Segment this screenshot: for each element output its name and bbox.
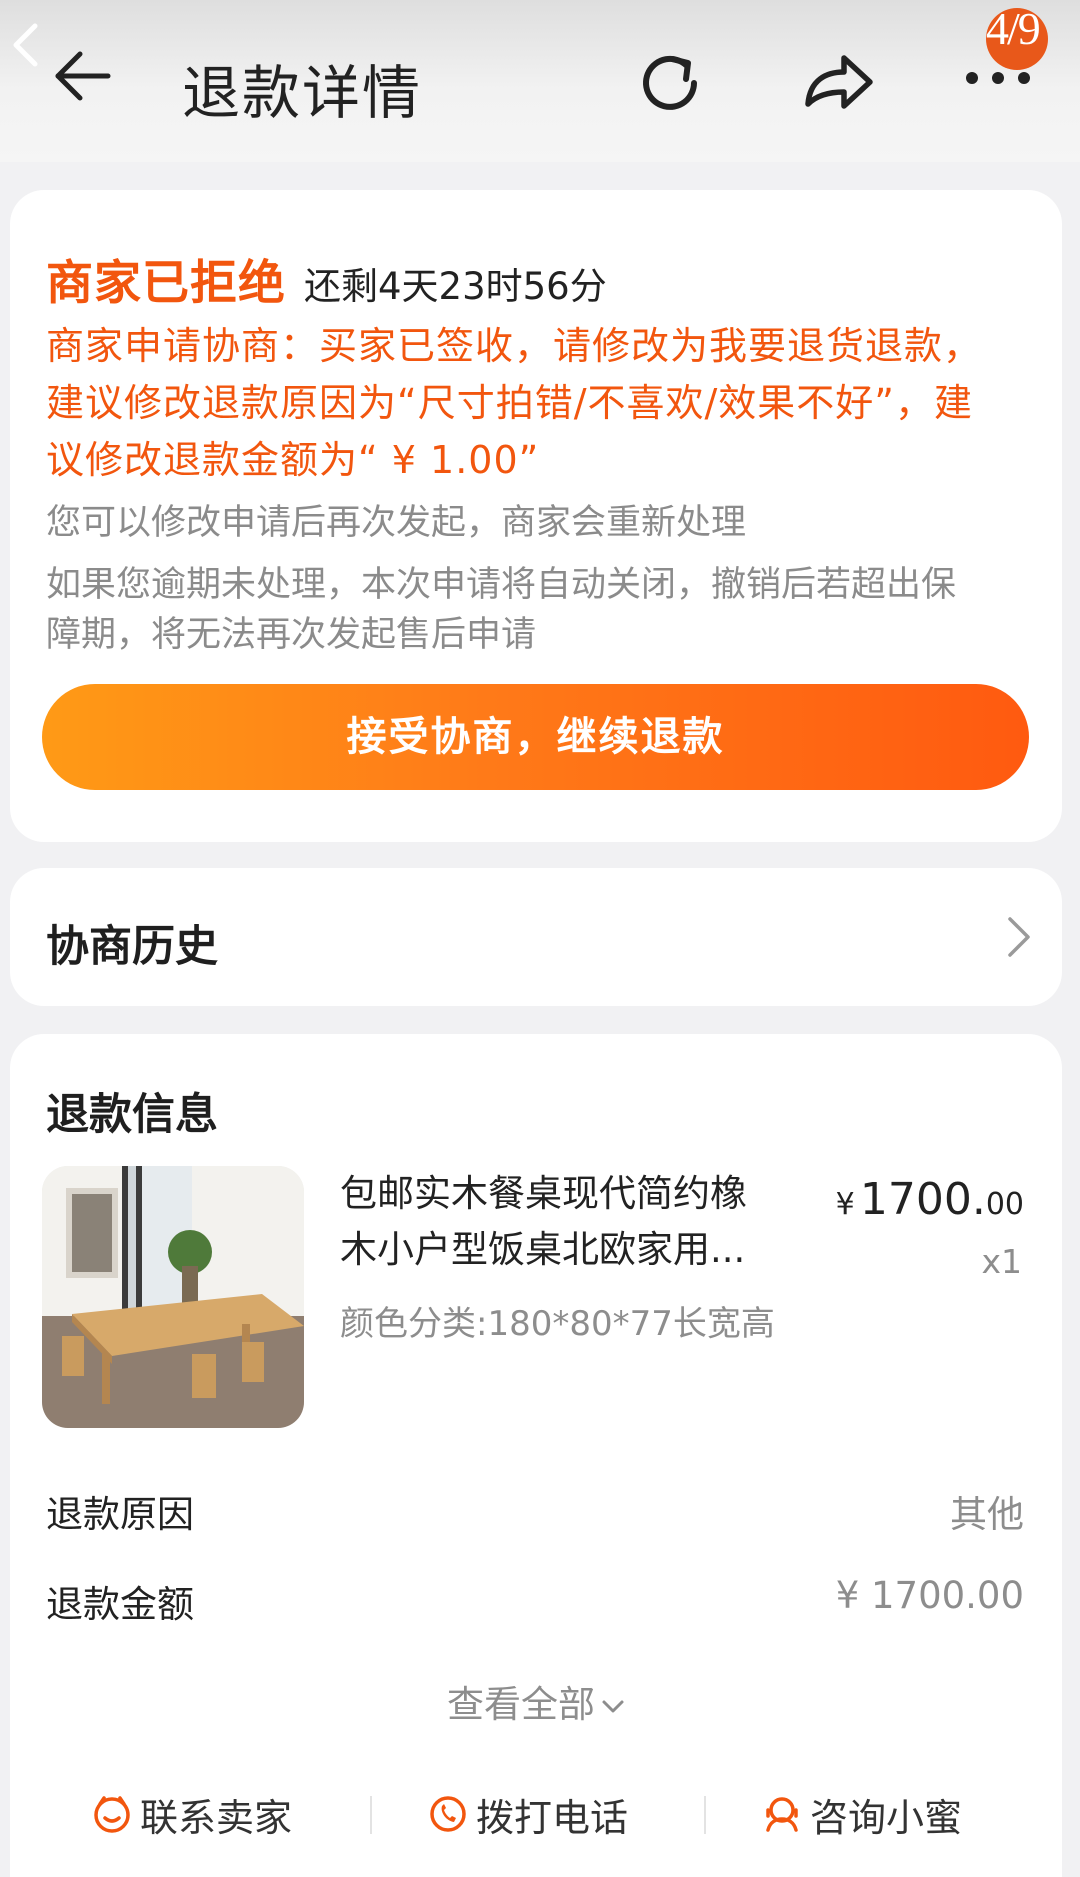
call-phone-label: 拨打电话 <box>476 1795 629 1840</box>
chevron-down-icon <box>602 1700 624 1712</box>
hint-text: 您可以修改申请后再次发起，商家会重新处理 如果您逾期未处理，本次申请将自动关闭，… <box>46 498 1036 660</box>
history-label: 协商历史 <box>46 922 218 972</box>
view-all-label: 查看全部 <box>447 1683 595 1726</box>
hint-line: 您可以修改申请后再次发起，商家会重新处理 <box>46 503 747 543</box>
chat-face-icon <box>94 1796 130 1833</box>
ask-assistant-button[interactable]: 咨询小蜜 <box>762 1774 962 1854</box>
assistant-icon <box>766 1797 798 1832</box>
product-thumbnail[interactable] <box>42 1166 304 1428</box>
merchant-message-line: 建议修改退款原因为“尺寸拍错/不喜欢/效果不好”，建 <box>46 381 973 425</box>
product-name-line: 木小户型饭桌北欧家用... <box>340 1228 746 1271</box>
more-icon[interactable] <box>962 68 1034 88</box>
countdown-text: 还剩4天23时56分 <box>304 265 607 308</box>
product-variant: 颜色分类:180*80*77长宽高 <box>340 1304 775 1344</box>
accept-negotiation-button[interactable]: 接受协商，继续退款 <box>42 684 1029 790</box>
page-title: 退款详情 <box>182 59 423 127</box>
chevron-right-icon <box>1008 917 1030 957</box>
product-name[interactable]: 包邮实木餐桌现代简约橡 木小户型饭桌北欧家用... <box>340 1166 810 1278</box>
refresh-icon[interactable] <box>632 45 708 121</box>
status-card: 商家已拒绝 还剩4天23时56分 商家申请协商：买家已签收，请修改为我要退货退款，… <box>10 190 1062 842</box>
product-quantity: x1 <box>981 1242 1022 1281</box>
viewer-back-icon[interactable] <box>10 22 40 68</box>
contact-seller-button[interactable]: 联系卖家 <box>92 1774 292 1854</box>
ask-assistant-label: 咨询小蜜 <box>810 1795 963 1840</box>
negotiation-history-row[interactable]: 协商历史 <box>10 868 1062 1006</box>
price-decimal: 00 <box>985 1187 1024 1222</box>
section-title: 退款信息 <box>46 1090 218 1140</box>
share-icon[interactable] <box>798 48 878 118</box>
hint-line: 障期，将无法再次发起售后申请 <box>46 615 537 655</box>
hint-line: 如果您逾期未处理，本次申请将自动关闭，撤销后若超出保 <box>46 565 957 605</box>
merchant-message: 商家申请协商：买家已签收，请修改为我要退货退款， 建议修改退款原因为“尺寸拍错/… <box>46 318 1036 489</box>
status-row: 商家已拒绝 还剩4天23时56分 <box>46 244 607 313</box>
price-currency: ¥ <box>835 1187 855 1222</box>
contact-seller-label: 联系卖家 <box>140 1795 293 1840</box>
product-price: ¥ 1700.00 <box>836 1174 1024 1225</box>
merchant-message-line: 商家申请协商：买家已签收，请修改为我要退货退款， <box>46 324 983 368</box>
refund-amount-value: ¥ 1700.00 <box>835 1574 1024 1617</box>
action-divider <box>370 1796 372 1834</box>
action-bar: 联系卖家 拨打电话 咨询小蜜 <box>10 1774 1062 1854</box>
refund-reason-value: 其他 <box>950 1493 1024 1536</box>
phone-icon <box>430 1796 466 1832</box>
action-divider <box>704 1796 706 1834</box>
back-arrow-icon[interactable] <box>50 44 114 108</box>
image-counter: 4/9 <box>986 3 1041 54</box>
refund-reason-label: 退款原因 <box>46 1493 194 1536</box>
refund-amount-label: 退款金额 <box>46 1583 194 1626</box>
merchant-message-line: 议修改退款金额为“ ¥ 1.00” <box>46 438 540 482</box>
refund-status: 商家已拒绝 <box>46 256 286 311</box>
product-name-line: 包邮实木餐桌现代简约橡 <box>340 1172 747 1215</box>
view-all-button[interactable]: 查看全部 <box>10 1674 1062 1728</box>
refund-info-card: 退款信息 包邮实木餐桌现代简约橡 木小户型饭桌北欧家用... 颜色分类:180*… <box>10 1034 1062 1877</box>
top-bar: 退款详情 4/9 <box>0 0 1080 162</box>
price-integer: 1700. <box>859 1174 986 1225</box>
call-phone-button[interactable]: 拨打电话 <box>428 1774 628 1854</box>
